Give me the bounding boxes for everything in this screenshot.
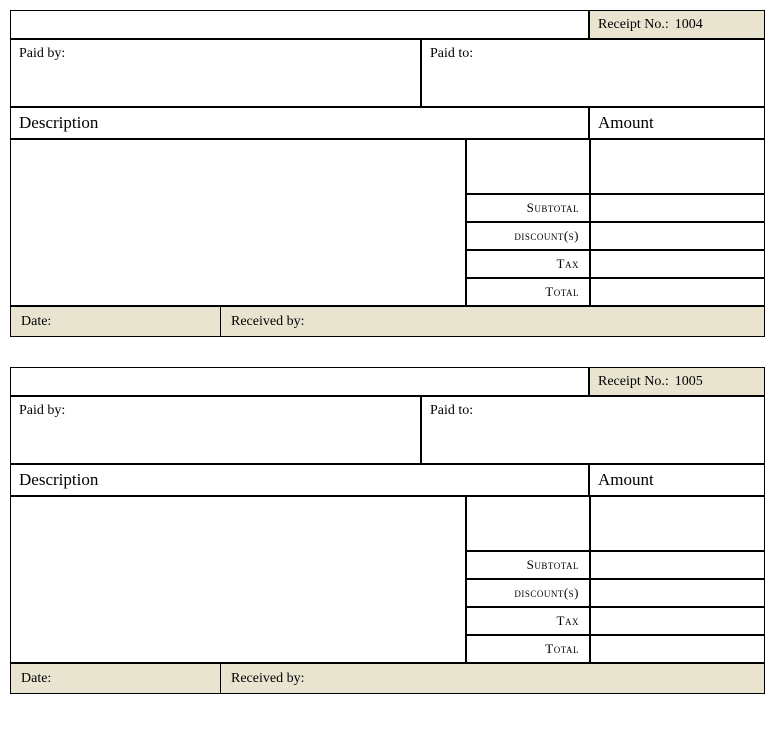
total-label: Total [466, 278, 590, 306]
paid-by-field[interactable]: Paid by: [11, 396, 421, 464]
tax-value[interactable] [590, 250, 765, 278]
total-value[interactable] [590, 635, 765, 663]
receipt-form: Receipt No.: 1004 Paid by: Paid to: Desc… [10, 10, 765, 337]
paid-to-field[interactable]: Paid to: [421, 39, 764, 107]
date-field[interactable]: Date: [11, 306, 221, 336]
date-label: Date: [21, 314, 51, 330]
paid-by-field[interactable]: Paid by: [11, 39, 421, 107]
discounts-value[interactable] [590, 222, 765, 250]
top-blank [11, 11, 589, 39]
line-amount-label-blank [466, 496, 590, 551]
receipt-no-value: 1004 [675, 17, 703, 33]
description-body[interactable] [11, 139, 466, 306]
receipt-no-label: Receipt No.: [598, 374, 669, 390]
subtotal-label: Subtotal [466, 194, 590, 222]
paid-to-field[interactable]: Paid to: [421, 396, 764, 464]
discounts-value[interactable] [590, 579, 765, 607]
line-amount-value[interactable] [590, 496, 765, 551]
received-by-field[interactable]: Received by: [221, 663, 764, 693]
paid-to-label: Paid to: [430, 46, 473, 61]
total-label: Total [466, 635, 590, 663]
discounts-label: discount(s) [466, 579, 590, 607]
total-value[interactable] [590, 278, 765, 306]
received-by-label: Received by: [231, 314, 304, 330]
subtotal-label: Subtotal [466, 551, 590, 579]
receipt-number-field: Receipt No.: 1005 [589, 368, 764, 396]
received-by-field[interactable]: Received by: [221, 306, 764, 336]
paid-by-label: Paid by: [19, 46, 65, 61]
tax-label: Tax [466, 250, 590, 278]
paid-by-label: Paid by: [19, 403, 65, 418]
receipt-form: Receipt No.: 1005 Paid by: Paid to: Desc… [10, 367, 765, 694]
date-field[interactable]: Date: [11, 663, 221, 693]
tax-label: Tax [466, 607, 590, 635]
line-amount-value[interactable] [590, 139, 765, 194]
receipt-number-field: Receipt No.: 1004 [589, 11, 764, 39]
tax-value[interactable] [590, 607, 765, 635]
received-by-label: Received by: [231, 671, 304, 687]
date-label: Date: [21, 671, 51, 687]
receipt-no-value: 1005 [675, 374, 703, 390]
top-blank [11, 368, 589, 396]
subtotal-value[interactable] [590, 194, 765, 222]
description-header: Description [11, 107, 589, 139]
description-header: Description [11, 464, 589, 496]
discounts-label: discount(s) [466, 222, 590, 250]
receipt-no-label: Receipt No.: [598, 17, 669, 33]
amount-header: Amount [589, 464, 764, 496]
amount-header: Amount [589, 107, 764, 139]
paid-to-label: Paid to: [430, 403, 473, 418]
description-body[interactable] [11, 496, 466, 663]
subtotal-value[interactable] [590, 551, 765, 579]
line-amount-label-blank [466, 139, 590, 194]
